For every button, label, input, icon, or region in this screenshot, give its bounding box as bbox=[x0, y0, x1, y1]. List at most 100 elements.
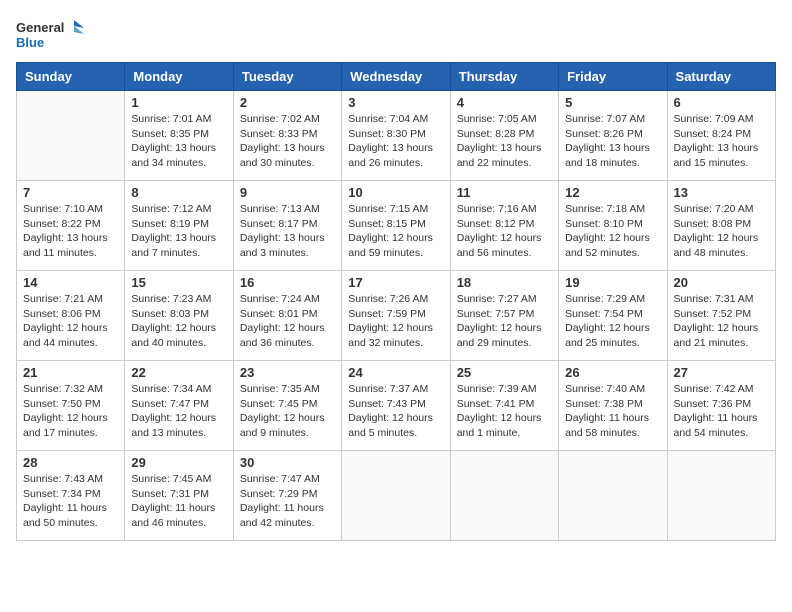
header-cell-saturday: Saturday bbox=[667, 63, 775, 91]
day-info: Sunrise: 7:35 AM Sunset: 7:45 PM Dayligh… bbox=[240, 382, 335, 441]
day-number: 20 bbox=[674, 275, 769, 290]
day-number: 29 bbox=[131, 455, 226, 470]
day-number: 5 bbox=[565, 95, 660, 110]
day-info: Sunrise: 7:09 AM Sunset: 8:24 PM Dayligh… bbox=[674, 112, 769, 171]
day-cell: 25Sunrise: 7:39 AM Sunset: 7:41 PM Dayli… bbox=[450, 361, 558, 451]
day-info: Sunrise: 7:47 AM Sunset: 7:29 PM Dayligh… bbox=[240, 472, 335, 531]
day-cell: 24 Sunrise: 7:37 AM Sunset: 7:43 PM Dayli… bbox=[342, 361, 450, 451]
day-cell: 17 Sunrise: 7:26 AM Sunset: 7:59 PM Dayli… bbox=[342, 271, 450, 361]
day-cell: 1 Sunrise: 7:01 AM Sunset: 8:35 PM Daylig… bbox=[125, 91, 233, 181]
header-cell-tuesday: Tuesday bbox=[233, 63, 341, 91]
day-info: Sunrise: 7:12 AM Sunset: 8:19 PM Dayligh… bbox=[131, 202, 226, 261]
day-info: Sunrise: 7:31 AM Sunset: 7:52 PM Dayligh… bbox=[674, 292, 769, 351]
logo: General Blue bbox=[16, 16, 86, 54]
day-number: 11 bbox=[457, 185, 552, 200]
day-cell: 2 Sunrise: 7:02 AM Sunset: 8:33 PM Daylig… bbox=[233, 91, 341, 181]
day-number: 19 bbox=[565, 275, 660, 290]
day-cell: 4 Sunrise: 7:05 AM Sunset: 8:28 PM Daylig… bbox=[450, 91, 558, 181]
day-cell: 13Sunrise: 7:20 AM Sunset: 8:08 PM Dayli… bbox=[667, 181, 775, 271]
day-info: Sunrise: 7:26 AM Sunset: 7:59 PM Dayligh… bbox=[348, 292, 443, 351]
day-cell: 15 Sunrise: 7:23 AM Sunset: 8:03 PM Dayli… bbox=[125, 271, 233, 361]
day-number: 1 bbox=[131, 95, 226, 110]
day-number: 21 bbox=[23, 365, 118, 380]
day-cell: 8 Sunrise: 7:12 AM Sunset: 8:19 PM Daylig… bbox=[125, 181, 233, 271]
header-cell-wednesday: Wednesday bbox=[342, 63, 450, 91]
day-info: Sunrise: 7:07 AM Sunset: 8:26 PM Dayligh… bbox=[565, 112, 660, 171]
header-row: SundayMondayTuesdayWednesdayThursdayFrid… bbox=[17, 63, 776, 91]
day-number: 6 bbox=[674, 95, 769, 110]
day-cell: 20 Sunrise: 7:31 AM Sunset: 7:52 PM Dayli… bbox=[667, 271, 775, 361]
day-info: Sunrise: 7:23 AM Sunset: 8:03 PM Dayligh… bbox=[131, 292, 226, 351]
day-cell: 5 Sunrise: 7:07 AM Sunset: 8:26 PM Daylig… bbox=[559, 91, 667, 181]
day-number: 18 bbox=[457, 275, 552, 290]
day-number: 10 bbox=[348, 185, 443, 200]
day-info: Sunrise: 7:43 AM Sunset: 7:34 PM Dayligh… bbox=[23, 472, 118, 531]
day-number: 23 bbox=[240, 365, 335, 380]
day-info: Sunrise: 7:01 AM Sunset: 8:35 PM Dayligh… bbox=[131, 112, 226, 171]
day-info: Sunrise: 7:40 AM Sunset: 7:38 PM Dayligh… bbox=[565, 382, 660, 441]
day-cell: 12Sunrise: 7:18 AM Sunset: 8:10 PM Dayli… bbox=[559, 181, 667, 271]
day-cell bbox=[342, 451, 450, 541]
day-number: 4 bbox=[457, 95, 552, 110]
day-info: Sunrise: 7:16 AM Sunset: 8:12 PM Dayligh… bbox=[457, 202, 552, 261]
day-info: Sunrise: 7:34 AM Sunset: 7:47 PM Dayligh… bbox=[131, 382, 226, 441]
day-cell: 19 Sunrise: 7:29 AM Sunset: 7:54 PM Dayli… bbox=[559, 271, 667, 361]
day-cell: 16Sunrise: 7:24 AM Sunset: 8:01 PM Dayli… bbox=[233, 271, 341, 361]
day-number: 7 bbox=[23, 185, 118, 200]
day-cell: 11 Sunrise: 7:16 AM Sunset: 8:12 PM Dayli… bbox=[450, 181, 558, 271]
day-number: 28 bbox=[23, 455, 118, 470]
day-info: Sunrise: 7:45 AM Sunset: 7:31 PM Dayligh… bbox=[131, 472, 226, 531]
day-number: 22 bbox=[131, 365, 226, 380]
day-cell: 6 Sunrise: 7:09 AM Sunset: 8:24 PM Daylig… bbox=[667, 91, 775, 181]
day-info: Sunrise: 7:32 AM Sunset: 7:50 PM Dayligh… bbox=[23, 382, 118, 441]
day-number: 14 bbox=[23, 275, 118, 290]
day-cell: 29 Sunrise: 7:45 AM Sunset: 7:31 PM Dayli… bbox=[125, 451, 233, 541]
svg-text:Blue: Blue bbox=[16, 35, 44, 50]
day-number: 8 bbox=[131, 185, 226, 200]
day-info: Sunrise: 7:27 AM Sunset: 7:57 PM Dayligh… bbox=[457, 292, 552, 351]
day-cell: 9Sunrise: 7:13 AM Sunset: 8:17 PM Daylig… bbox=[233, 181, 341, 271]
day-cell bbox=[17, 91, 125, 181]
day-cell: 28 Sunrise: 7:43 AM Sunset: 7:34 PM Dayli… bbox=[17, 451, 125, 541]
day-number: 12 bbox=[565, 185, 660, 200]
day-number: 17 bbox=[348, 275, 443, 290]
day-info: Sunrise: 7:21 AM Sunset: 8:06 PM Dayligh… bbox=[23, 292, 118, 351]
day-info: Sunrise: 7:13 AM Sunset: 8:17 PM Dayligh… bbox=[240, 202, 335, 261]
page-header: General Blue bbox=[16, 16, 776, 54]
day-cell: 18 Sunrise: 7:27 AM Sunset: 7:57 PM Dayli… bbox=[450, 271, 558, 361]
day-number: 2 bbox=[240, 95, 335, 110]
day-info: Sunrise: 7:02 AM Sunset: 8:33 PM Dayligh… bbox=[240, 112, 335, 171]
day-cell bbox=[667, 451, 775, 541]
day-info: Sunrise: 7:10 AM Sunset: 8:22 PM Dayligh… bbox=[23, 202, 118, 261]
logo-svg: General Blue bbox=[16, 16, 86, 54]
day-number: 16 bbox=[240, 275, 335, 290]
svg-text:General: General bbox=[16, 20, 64, 35]
day-info: Sunrise: 7:29 AM Sunset: 7:54 PM Dayligh… bbox=[565, 292, 660, 351]
day-number: 27 bbox=[674, 365, 769, 380]
day-cell: 27 Sunrise: 7:42 AM Sunset: 7:36 PM Dayli… bbox=[667, 361, 775, 451]
day-number: 13 bbox=[674, 185, 769, 200]
week-row-4: 21 Sunrise: 7:32 AM Sunset: 7:50 PM Dayli… bbox=[17, 361, 776, 451]
header-cell-thursday: Thursday bbox=[450, 63, 558, 91]
day-info: Sunrise: 7:42 AM Sunset: 7:36 PM Dayligh… bbox=[674, 382, 769, 441]
day-number: 24 bbox=[348, 365, 443, 380]
day-number: 26 bbox=[565, 365, 660, 380]
header-cell-friday: Friday bbox=[559, 63, 667, 91]
day-cell: 14 Sunrise: 7:21 AM Sunset: 8:06 PM Dayli… bbox=[17, 271, 125, 361]
day-cell: 3Sunrise: 7:04 AM Sunset: 8:30 PM Daylig… bbox=[342, 91, 450, 181]
week-row-3: 14 Sunrise: 7:21 AM Sunset: 8:06 PM Dayli… bbox=[17, 271, 776, 361]
calendar-table: SundayMondayTuesdayWednesdayThursdayFrid… bbox=[16, 62, 776, 541]
day-cell: 10 Sunrise: 7:15 AM Sunset: 8:15 PM Dayli… bbox=[342, 181, 450, 271]
day-info: Sunrise: 7:39 AM Sunset: 7:41 PM Dayligh… bbox=[457, 382, 552, 441]
day-cell: 7 Sunrise: 7:10 AM Sunset: 8:22 PM Daylig… bbox=[17, 181, 125, 271]
day-number: 15 bbox=[131, 275, 226, 290]
day-info: Sunrise: 7:37 AM Sunset: 7:43 PM Dayligh… bbox=[348, 382, 443, 441]
day-cell bbox=[559, 451, 667, 541]
day-info: Sunrise: 7:15 AM Sunset: 8:15 PM Dayligh… bbox=[348, 202, 443, 261]
day-info: Sunrise: 7:05 AM Sunset: 8:28 PM Dayligh… bbox=[457, 112, 552, 171]
day-cell bbox=[450, 451, 558, 541]
day-cell: 22 Sunrise: 7:34 AM Sunset: 7:47 PM Dayli… bbox=[125, 361, 233, 451]
day-number: 3 bbox=[348, 95, 443, 110]
header-cell-sunday: Sunday bbox=[17, 63, 125, 91]
week-row-5: 28 Sunrise: 7:43 AM Sunset: 7:34 PM Dayli… bbox=[17, 451, 776, 541]
